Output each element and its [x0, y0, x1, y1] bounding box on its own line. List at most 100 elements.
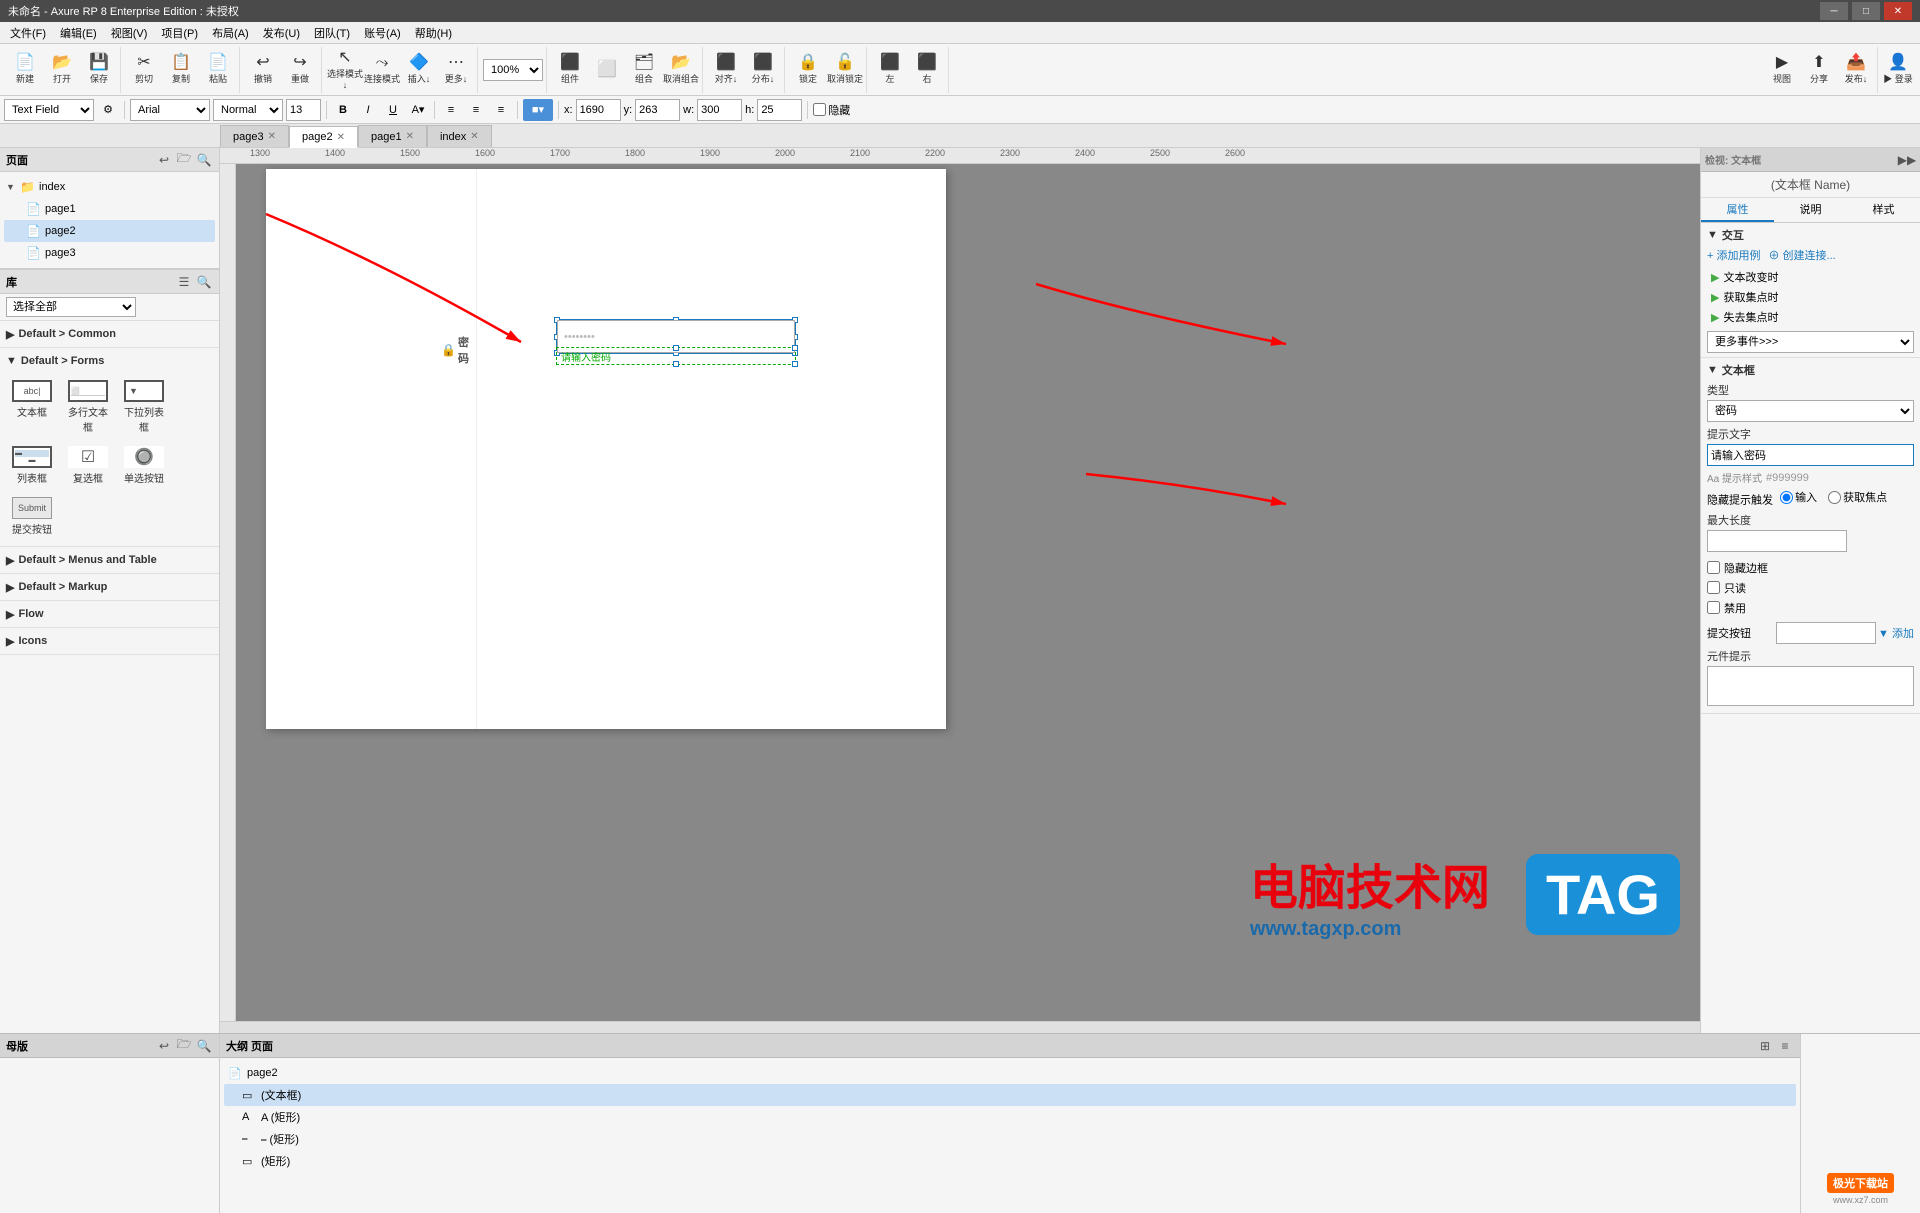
- toolbar-connect-mode[interactable]: ⤳ 连接模式: [364, 50, 400, 90]
- tab-page2[interactable]: page2 ✕: [289, 126, 358, 148]
- radio-input-option[interactable]: 输入: [1780, 489, 1817, 505]
- toolbar-select-mode[interactable]: ↖ 选择模式↓: [327, 50, 363, 90]
- layers-grid-btn[interactable]: ⊞: [1756, 1037, 1774, 1055]
- toolbar-align[interactable]: ⬛ 对齐↓: [708, 50, 744, 90]
- tab-page3[interactable]: page3 ✕: [220, 125, 289, 147]
- tab-description[interactable]: 说明: [1774, 198, 1847, 222]
- hide-checkbox[interactable]: [813, 103, 826, 116]
- toolbar-ungroup-btn[interactable]: 📂 取消组合: [663, 50, 699, 90]
- toolbar-order-up[interactable]: ⬛ 左: [872, 50, 908, 90]
- radio-focus-option[interactable]: 获取焦点: [1828, 489, 1887, 505]
- tree-item-index[interactable]: ▼ 📁 index: [4, 176, 215, 198]
- layer-page2[interactable]: 📄 page2: [224, 1062, 1796, 1084]
- canvas-white-area[interactable]: 🔒 密 码: [266, 169, 946, 729]
- width-input[interactable]: [697, 99, 742, 121]
- menu-account[interactable]: 账号(A): [358, 23, 407, 43]
- hint-text-input[interactable]: [1707, 444, 1914, 466]
- minimize-button[interactable]: ─: [1820, 2, 1848, 20]
- toolbar-component2[interactable]: ⬜: [589, 50, 625, 90]
- create-link[interactable]: ⊕ 创建连接...: [1768, 247, 1835, 263]
- dashed-handle-tm[interactable]: [673, 345, 679, 351]
- tree-item-page3[interactable]: 📄 page3: [4, 242, 215, 264]
- tab-page2-close[interactable]: ✕: [337, 132, 345, 143]
- layers-filter-btn[interactable]: ≡: [1776, 1037, 1794, 1055]
- section-icons-header[interactable]: ▶ Icons: [6, 630, 213, 652]
- align-left-button[interactable]: ≡: [440, 99, 462, 121]
- right-panel-expand-btn[interactable]: ▶▶: [1898, 151, 1916, 169]
- field-type-select[interactable]: 密码: [1707, 400, 1914, 422]
- tab-index-close[interactable]: ✕: [470, 131, 478, 142]
- widget-listbox[interactable]: ▬ ▬ 列表框: [6, 442, 58, 489]
- tree-item-page2[interactable]: 📄 page2: [4, 220, 215, 242]
- font-family-select[interactable]: Arial: [130, 99, 210, 121]
- masters-new-btn[interactable]: 🗁: [175, 1037, 193, 1055]
- section-markup-header[interactable]: ▶ Default > Markup: [6, 576, 213, 598]
- toolbar-undo[interactable]: ↩ 撤销: [245, 50, 281, 90]
- align-right-button[interactable]: ≡: [490, 99, 512, 121]
- toolbar-copy[interactable]: 📋 复制: [163, 50, 199, 90]
- dashed-handle-bm[interactable]: [673, 361, 679, 367]
- toolbar-lock[interactable]: 🔒 锁定: [790, 50, 826, 90]
- submit-add-btn[interactable]: ▼ 添加: [1878, 625, 1914, 641]
- more-events-select[interactable]: 更多事件>>>: [1707, 331, 1914, 353]
- y-input[interactable]: [635, 99, 680, 121]
- canvas-content[interactable]: 🔒 密 码: [236, 164, 1700, 1021]
- radio-input-btn[interactable]: [1780, 491, 1793, 504]
- format-icon-btn[interactable]: ⚙: [97, 99, 119, 121]
- section-forms-header[interactable]: ▼ Default > Forms: [6, 350, 213, 372]
- tree-item-page1[interactable]: 📄 page1: [4, 198, 215, 220]
- tab-properties[interactable]: 属性: [1701, 198, 1774, 222]
- disabled-checkbox[interactable]: [1707, 601, 1720, 614]
- widget-textfield[interactable]: abc| 文本框: [6, 376, 58, 438]
- font-size-input[interactable]: [286, 99, 321, 121]
- pages-back-btn[interactable]: ↩: [155, 151, 173, 169]
- library-select[interactable]: 选择全部: [6, 297, 136, 317]
- tab-style[interactable]: 样式: [1847, 198, 1920, 222]
- height-input[interactable]: [757, 99, 802, 121]
- dashed-handle-tr[interactable]: [792, 345, 798, 351]
- underline-button[interactable]: U: [382, 99, 404, 121]
- layer-rect1[interactable]: A A (矩形): [224, 1106, 1796, 1128]
- pages-new-btn[interactable]: 🗁: [175, 151, 193, 169]
- close-button[interactable]: ✕: [1884, 2, 1912, 20]
- element-hint-textarea[interactable]: [1707, 666, 1914, 706]
- toolbar-group-btn[interactable]: 🗂 组合: [626, 50, 662, 90]
- maximize-button[interactable]: □: [1852, 2, 1880, 20]
- widget-textarea[interactable]: ⬜ 多行文本框: [62, 376, 114, 438]
- tab-index[interactable]: index ✕: [427, 125, 492, 147]
- menu-project[interactable]: 项目(P): [155, 23, 204, 43]
- italic-button[interactable]: I: [357, 99, 379, 121]
- font-style-select[interactable]: Normal: [213, 99, 283, 121]
- toolbar-unlock[interactable]: 🔓 取消锁定: [827, 50, 863, 90]
- readonly-checkbox[interactable]: [1707, 581, 1720, 594]
- tab-page1-close[interactable]: ✕: [406, 131, 414, 142]
- layer-rect2[interactable]: ⎯ ⎯ (矩形): [224, 1128, 1796, 1150]
- toolbar-paste[interactable]: 📄 粘贴: [200, 50, 236, 90]
- toolbar-preview[interactable]: ▶ 视图: [1764, 50, 1800, 90]
- align-center-button[interactable]: ≡: [465, 99, 487, 121]
- add-case-link[interactable]: + 添加用例: [1707, 247, 1760, 263]
- layer-textfield[interactable]: ▭ (文本框): [224, 1084, 1796, 1106]
- fill-color-button[interactable]: ■▾: [523, 99, 553, 121]
- menu-edit[interactable]: 编辑(E): [54, 23, 103, 43]
- toolbar-new[interactable]: 📄 新建: [7, 50, 43, 90]
- section-flow-header[interactable]: ▶ Flow: [6, 603, 213, 625]
- zoom-select[interactable]: 100%: [483, 59, 543, 81]
- toolbar-share[interactable]: ⬆ 分享: [1801, 50, 1837, 90]
- toolbar-redo[interactable]: ↪ 重做: [282, 50, 318, 90]
- tab-page1[interactable]: page1 ✕: [358, 125, 427, 147]
- masters-back-btn[interactable]: ↩: [155, 1037, 173, 1055]
- toolbar-save[interactable]: 💾 保存: [81, 50, 117, 90]
- toolbar-open[interactable]: 📂 打开: [44, 50, 80, 90]
- widget-radio[interactable]: 🔘 单选按钮: [118, 442, 170, 489]
- menu-layout[interactable]: 布局(A): [206, 23, 255, 43]
- menu-publish[interactable]: 发布(U): [257, 23, 306, 43]
- section-common-header[interactable]: ▶ Default > Common: [6, 323, 213, 345]
- radio-focus-btn[interactable]: [1828, 491, 1841, 504]
- widget-submit[interactable]: Submit 提交按钮: [6, 493, 58, 540]
- toolbar-more[interactable]: ⋯ 更多↓: [438, 50, 474, 90]
- library-search-btn[interactable]: 🔍: [195, 273, 213, 291]
- bold-button[interactable]: B: [332, 99, 354, 121]
- toolbar-publish-btn[interactable]: 📤 发布↓: [1838, 50, 1874, 90]
- maxlength-input[interactable]: [1707, 530, 1847, 552]
